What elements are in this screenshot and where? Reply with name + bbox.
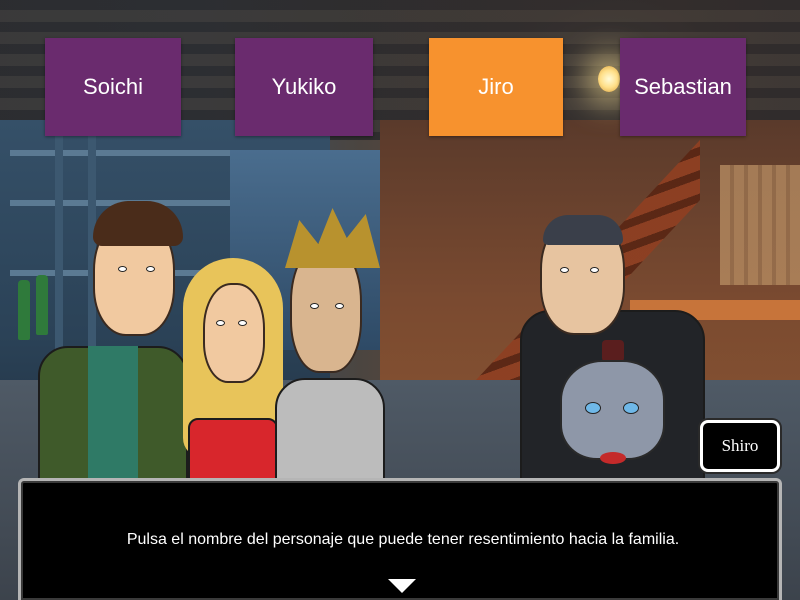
- choice-yukiko[interactable]: Yukiko: [235, 38, 373, 136]
- advance-arrow-icon[interactable]: [388, 579, 416, 593]
- character-shiro-cat: [560, 340, 665, 480]
- choice-soichi[interactable]: Soichi: [45, 38, 181, 136]
- choice-sebastian[interactable]: Sebastian: [620, 38, 746, 136]
- character-soichi: [38, 196, 188, 486]
- choice-label: Sebastian: [634, 74, 732, 99]
- tool-pegboard: [720, 165, 800, 285]
- bottle: [18, 280, 30, 340]
- bow-tie-icon: [600, 452, 626, 464]
- speaker-name: Shiro: [721, 436, 759, 455]
- speaker-name-tag: Shiro: [700, 420, 780, 472]
- choice-label: Soichi: [83, 74, 143, 99]
- dialog-box[interactable]: Pulsa el nombre del personaje que puede …: [18, 478, 782, 600]
- choice-jiro[interactable]: Jiro: [429, 38, 563, 136]
- choice-label: Yukiko: [271, 74, 337, 99]
- top-hat-icon: [602, 340, 624, 362]
- dialog-text: Pulsa el nombre del personaje que puede …: [126, 531, 680, 548]
- ceiling-lamp: [598, 66, 620, 92]
- character-jiro: [270, 208, 390, 486]
- choice-label: Jiro: [478, 74, 514, 99]
